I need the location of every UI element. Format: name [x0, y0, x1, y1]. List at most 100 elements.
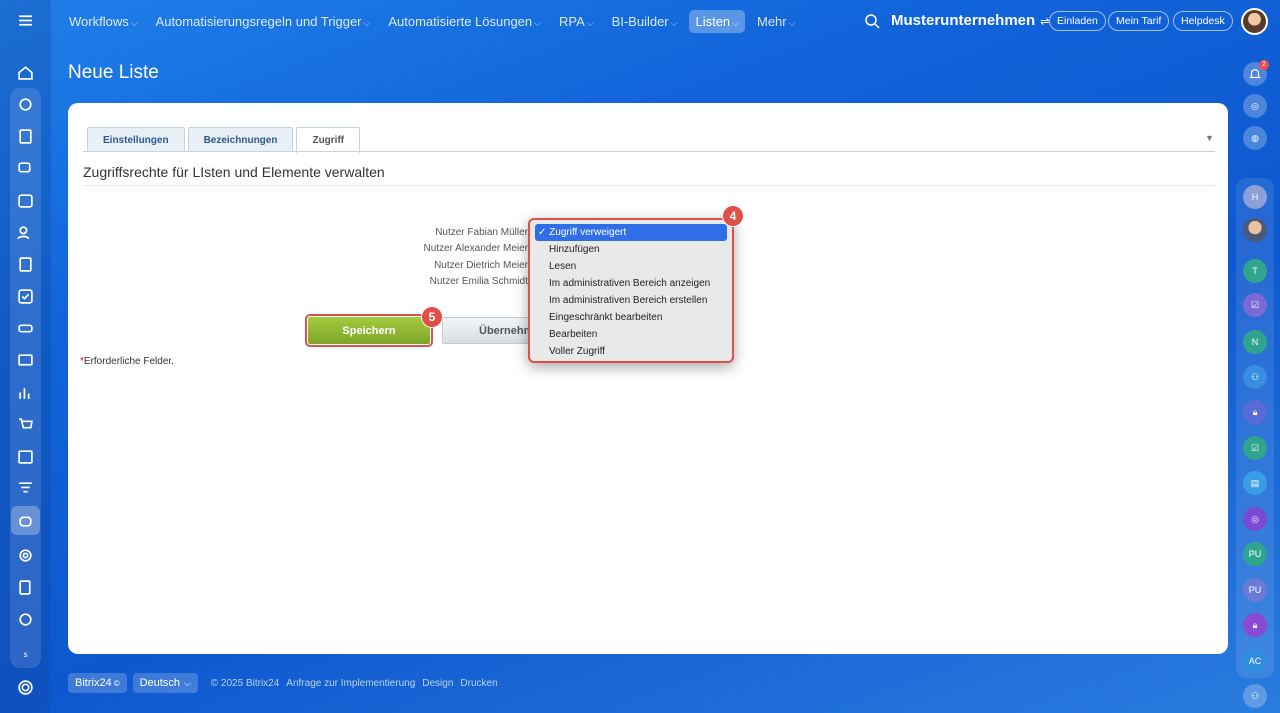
edit-document-icon[interactable]	[11, 573, 40, 602]
save-button[interactable]: Speichern	[305, 314, 433, 347]
clock-icon: ©	[113, 678, 120, 688]
contact-avatar[interactable]: AC	[1243, 649, 1267, 673]
settings-gear-icon[interactable]	[11, 673, 40, 702]
chevron-down-icon: ⌵	[670, 17, 678, 28]
checkbox-icon[interactable]: ☑	[1243, 436, 1267, 460]
nav-label: BI-Builder	[611, 13, 669, 29]
tasks-icon[interactable]	[11, 90, 40, 119]
target-icon[interactable]: ◎	[1243, 94, 1267, 118]
chat-icon[interactable]: ▤	[1243, 471, 1267, 495]
nav-workflows[interactable]: Workflows ⌵	[63, 10, 144, 33]
chevron-down-icon: ⌵	[534, 17, 541, 28]
step-marker-4: 4	[722, 205, 744, 227]
footer-link-design[interactable]: Design	[422, 678, 453, 689]
section-divider	[83, 185, 1215, 186]
nav-bi-builder[interactable]: BI-Builder ⌵	[606, 10, 684, 33]
target-icon[interactable]	[11, 541, 40, 570]
documents-icon[interactable]	[11, 250, 40, 279]
copyright-text: © 2025 Bitrix24	[210, 677, 280, 689]
nav-automation-rules[interactable]: Automatisierungsregeln und Trigger ⌵	[150, 10, 377, 33]
contact-avatar[interactable]: T	[1243, 259, 1267, 283]
analytics-icon[interactable]	[11, 378, 40, 407]
right-sidebar: ◎ ◍ H T ☑ N ⚇ 🔒︎ ☑ ▤ ◎ PU PU 🔒︎ AC ⚇	[1236, 56, 1274, 713]
drive-icon[interactable]	[11, 314, 40, 343]
option-edit[interactable]: Bearbeiten	[535, 326, 727, 343]
automation-robot-icon[interactable]	[11, 506, 40, 535]
presentation-icon[interactable]	[11, 346, 40, 375]
user-label: Nutzer Alexander Meier	[423, 243, 529, 254]
lock-icon[interactable]: 🔒︎	[1243, 400, 1267, 424]
language-select[interactable]: Deutsch ⌵	[132, 673, 198, 693]
nav-label: Mehr	[757, 13, 787, 29]
nav-label: Listen	[695, 13, 731, 29]
contact-avatar-photo[interactable]	[1243, 218, 1267, 242]
footer: Bitrix24 © Deutsch ⌵ © 2025 Bitrix24 Anfra…	[68, 673, 498, 693]
contact-avatar[interactable]: PU	[1243, 542, 1267, 566]
tab-labels[interactable]: Bezeichnungen	[187, 127, 294, 152]
home-icon[interactable]	[11, 58, 40, 87]
tab-settings[interactable]: Einstellungen	[87, 127, 185, 152]
nav-rpa[interactable]: RPA ⌵	[553, 10, 600, 33]
option-access-denied[interactable]: ✓ Zugriff verweigert	[535, 224, 727, 241]
contact-avatar[interactable]: H	[1243, 185, 1267, 209]
feed-icon[interactable]	[11, 122, 40, 151]
user-label: Nutzer Fabian Müller	[435, 227, 528, 238]
access-level-dropdown[interactable]: ✓ Zugriff verweigert Hinzufügen Lesen Im…	[528, 218, 734, 363]
support-icon[interactable]	[11, 605, 40, 634]
target-icon[interactable]: ◎	[1243, 507, 1267, 531]
section-title: Zugriffsrechte für LIsten und Elemente v…	[83, 164, 385, 180]
chevron-down-icon: ⌵	[130, 17, 138, 28]
schedule-icon[interactable]	[11, 442, 40, 471]
chevron-down-icon: ⌵	[183, 677, 191, 688]
chat-icon[interactable]	[11, 154, 40, 183]
calendar-icon[interactable]	[11, 186, 40, 215]
lock-icon[interactable]: 🔒︎	[1243, 613, 1267, 637]
search-icon[interactable]	[864, 13, 880, 29]
nav-label: Automatisierungsregeln und Trigger	[155, 13, 362, 29]
nav-more[interactable]: Mehr ⌵	[751, 10, 801, 33]
chevron-down-icon: ⌵	[363, 17, 371, 28]
step-marker-5: 5	[421, 306, 443, 328]
company-name[interactable]: Musterunternehmen ⇌	[891, 12, 1049, 29]
nav-lists[interactable]: Listen ⌵	[689, 9, 745, 33]
users-icon[interactable]	[11, 218, 40, 247]
user-label: Nutzer Emilia Schmidt	[429, 276, 528, 287]
content-card: Einstellungen Bezeichnungen Zugriff ▼ Zu…	[68, 103, 1228, 654]
my-plan-button[interactable]: Mein Tarif	[1108, 11, 1170, 31]
option-add[interactable]: Hinzufügen	[535, 241, 727, 258]
invite-button[interactable]: Einladen	[1049, 11, 1106, 31]
contact-avatar[interactable]: N	[1243, 330, 1267, 354]
caret-down-icon[interactable]: ▼	[1205, 133, 1214, 143]
contact-avatar[interactable]: PU	[1243, 578, 1267, 602]
search-chat-icon[interactable]: ◍	[1243, 126, 1267, 150]
bitrix24-button[interactable]: Bitrix24 ©	[68, 673, 127, 693]
menu-icon[interactable]	[11, 6, 40, 35]
checkbox-icon[interactable]: ☑	[1243, 293, 1267, 317]
footer-link-implementation[interactable]: Anfrage zur Implementierung	[286, 678, 415, 689]
language-label: Deutsch	[139, 677, 180, 689]
option-limited-edit[interactable]: Eingeschränkt bearbeiten	[535, 309, 727, 326]
tab-access[interactable]: Zugriff	[296, 127, 361, 153]
nav-automated-solutions[interactable]: Automatisierte Lösungen ⌵	[382, 10, 547, 33]
brand-label: Bitrix24	[75, 677, 112, 689]
group-icon[interactable]: ⚇	[1243, 365, 1267, 389]
option-admin-view[interactable]: Im administrativen Bereich anzeigen	[535, 275, 727, 292]
user-label: Nutzer Dietrich Meier	[434, 260, 528, 271]
option-admin-create[interactable]: Im administrativen Bereich erstellen	[535, 292, 727, 309]
helpdesk-button[interactable]: Helpdesk	[1173, 11, 1233, 31]
user-group-icon[interactable]: ⚇	[1243, 684, 1267, 708]
user-avatar[interactable]	[1241, 8, 1268, 35]
nav-label: Automatisierte Lösungen	[388, 13, 533, 29]
sidebar-small-label[interactable]: s	[11, 640, 40, 669]
shop-cart-icon[interactable]	[11, 410, 40, 439]
switch-icon[interactable]: ⇌	[1040, 16, 1049, 28]
checkbox-icon[interactable]	[11, 282, 40, 311]
footer-link-print[interactable]: Drucken	[460, 678, 497, 689]
page-title: Neue Liste	[68, 62, 159, 83]
nav-label: RPA	[558, 13, 585, 29]
option-read[interactable]: Lesen	[535, 258, 727, 275]
checkmark-icon: ✓	[538, 227, 547, 238]
option-full-access[interactable]: Voller Zugriff	[535, 343, 727, 360]
funnel-icon[interactable]	[11, 474, 40, 503]
notification-badge: 2	[1259, 60, 1269, 70]
